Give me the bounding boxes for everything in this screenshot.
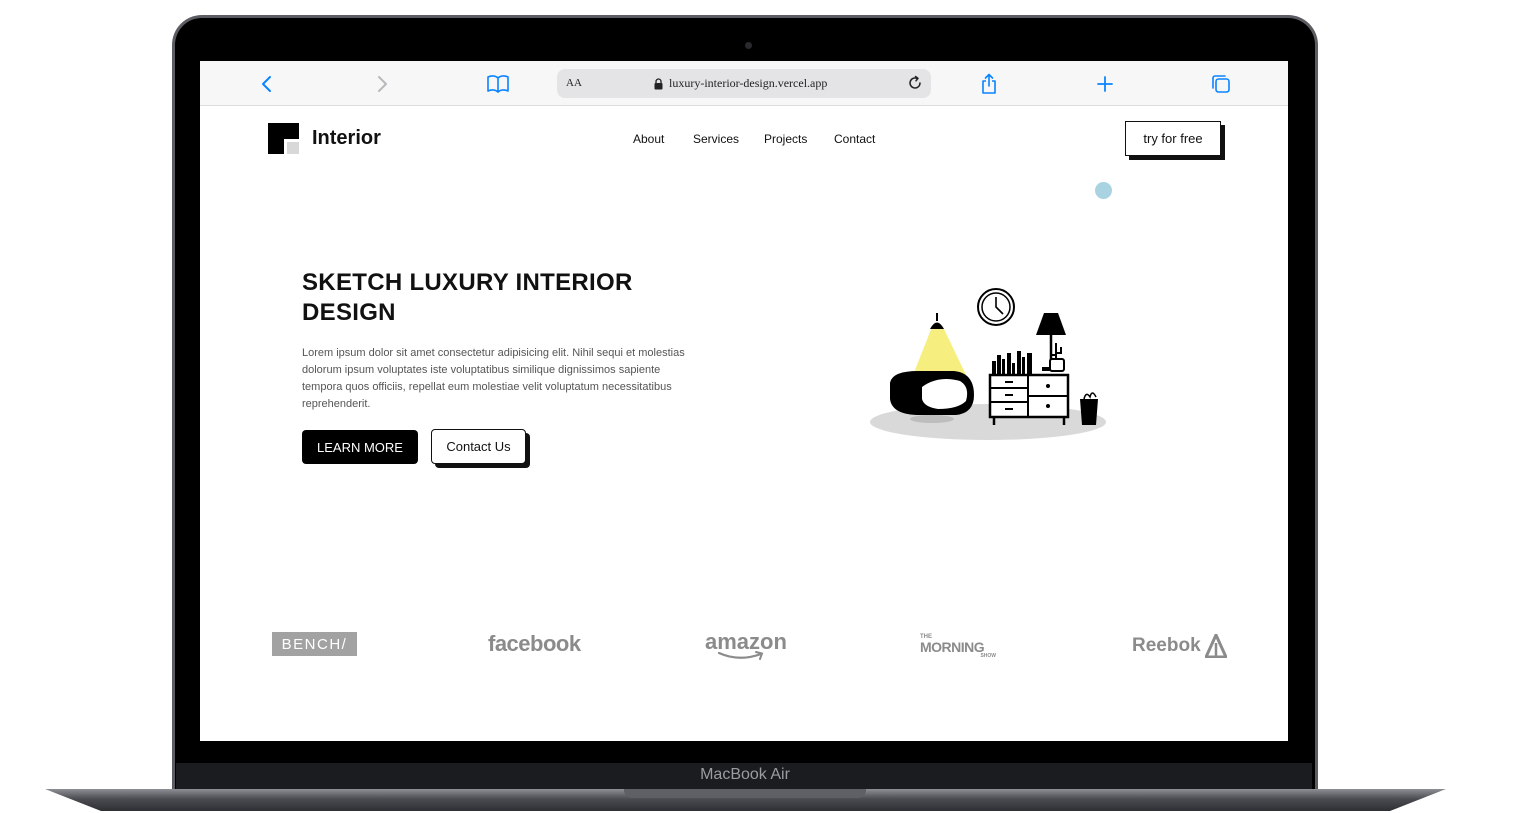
contact-us-button[interactable]: Contact Us	[431, 429, 526, 464]
camera-icon	[745, 42, 752, 49]
try-for-free-button[interactable]: try for free	[1125, 121, 1221, 156]
text-size-button[interactable]: AA	[566, 77, 582, 89]
new-tab-icon[interactable]	[1093, 72, 1117, 96]
share-icon[interactable]	[977, 72, 1001, 96]
amazon-smile-icon	[717, 651, 764, 660]
facebook-logo: facebook	[488, 631, 581, 656]
morning-show-text: MORNING	[920, 639, 985, 655]
amazon-logo: amazon	[705, 629, 787, 660]
hero-title: SKETCH LUXURY INTERIOR DESIGN	[302, 269, 633, 326]
interior-illustration	[868, 283, 1112, 445]
address-bar[interactable]: AA luxury-interior-design.vercel.app	[557, 69, 931, 98]
laptop-chin	[176, 741, 1312, 763]
reebok-logo-text: Reebok	[1132, 635, 1201, 656]
bookmarks-icon[interactable]	[486, 72, 510, 96]
morning-show-logo: THE MORNING SHOW	[920, 634, 1000, 660]
reebok-logo: Reebok	[1132, 634, 1227, 658]
nav-about[interactable]: About	[633, 132, 664, 146]
nav-contact[interactable]: Contact	[834, 132, 875, 146]
hero-description: Lorem ipsum dolor sit amet consectetur a…	[302, 347, 685, 410]
lock-icon	[654, 77, 663, 95]
url-text: luxury-interior-design.vercel.app	[669, 76, 828, 90]
decorative-dot	[1095, 182, 1112, 199]
learn-more-button[interactable]: LEARN MORE	[302, 430, 418, 464]
logo-text[interactable]: Interior	[312, 127, 381, 150]
device-label: MacBook Air	[700, 766, 790, 783]
tabs-icon[interactable]	[1209, 72, 1233, 96]
back-icon[interactable]	[255, 72, 279, 96]
logo-icon[interactable]	[268, 123, 299, 154]
browser-toolbar: AA luxury-interior-design.vercel.app	[200, 61, 1288, 106]
nav-services[interactable]: Services	[693, 132, 739, 146]
forward-icon[interactable]	[370, 72, 394, 96]
laptop-notch	[624, 789, 866, 798]
reebok-delta-icon	[1204, 634, 1227, 658]
screen: AA luxury-interior-design.vercel.app Int…	[200, 61, 1288, 741]
bench-logo: BENCH/	[272, 632, 357, 656]
nav-projects[interactable]: Projects	[764, 132, 807, 146]
reload-icon[interactable]	[907, 75, 923, 96]
